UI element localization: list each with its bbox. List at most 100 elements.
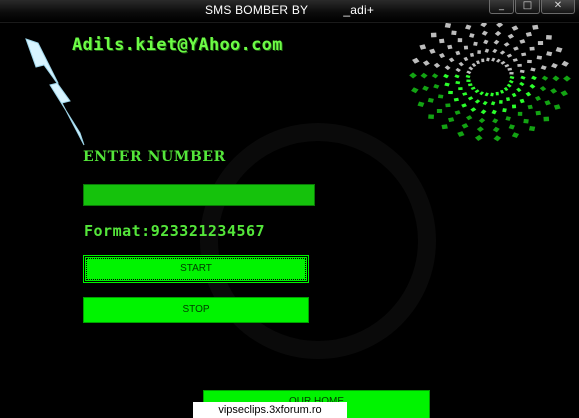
- spiral-segment: [536, 55, 543, 60]
- spiral-segment: [506, 83, 512, 88]
- spiral-segment: [516, 87, 522, 93]
- spiral-segment: [455, 50, 461, 56]
- spiral-segment: [499, 89, 505, 94]
- spiral-segment: [480, 109, 487, 115]
- spiral-segment: [502, 108, 507, 113]
- minimize-button[interactable]: _: [489, 0, 514, 14]
- spiral-segment: [469, 52, 475, 57]
- spiral-segment: [486, 57, 490, 62]
- spiral-logo-icon: [409, 23, 571, 142]
- spiral-segment: [455, 67, 461, 73]
- author-email: Adils.kiet@YAhoo.com: [72, 35, 283, 55]
- spiral-segment: [550, 88, 558, 94]
- spiral-segment: [511, 25, 519, 31]
- spiral-segment: [466, 70, 472, 75]
- spiral-segment: [560, 90, 568, 97]
- spiral-segment: [511, 132, 520, 139]
- spiral-segment: [483, 39, 489, 45]
- start-button-label: START: [86, 258, 306, 280]
- format-hint: Format:923321234567: [84, 222, 266, 240]
- spiral-segment: [480, 23, 488, 28]
- spiral-segment: [499, 50, 506, 55]
- spiral-segment: [431, 73, 439, 79]
- spiral-segment: [540, 65, 547, 70]
- spiral-segment: [443, 73, 449, 79]
- spiral-segment: [544, 100, 551, 106]
- spiral-segment: [478, 117, 486, 124]
- spiral-segment: [453, 97, 459, 102]
- app-body: Adils.kiet@YAhoo.com ENTER NUMBER Format…: [0, 23, 579, 418]
- spiral-segment: [496, 23, 504, 28]
- spiral-segment: [458, 61, 464, 67]
- spiral-segment: [429, 48, 436, 54]
- spiral-segment: [417, 101, 425, 107]
- spiral-segment: [461, 103, 467, 108]
- spiral-segment: [447, 44, 453, 50]
- start-button[interactable]: START: [83, 255, 309, 283]
- spiral-segment: [552, 75, 560, 82]
- spiral-segment: [467, 96, 474, 101]
- spiral-segment: [521, 52, 527, 57]
- spiral-segment: [492, 48, 498, 54]
- spiral-segment: [484, 92, 489, 97]
- spiral-segment: [490, 92, 494, 97]
- spiral-segment: [500, 60, 506, 65]
- spiral-segment: [419, 44, 427, 50]
- spiral-segment: [506, 53, 513, 58]
- spiral-segment: [519, 98, 525, 104]
- spiral-segment: [503, 42, 510, 47]
- close-button[interactable]: ✕: [541, 0, 575, 14]
- spiral-segment: [438, 38, 445, 44]
- title-bar: SMS BOMBER BY _adi+ _ □ ✕: [0, 0, 579, 23]
- spiral-segment: [448, 117, 455, 123]
- spiral-segment: [509, 75, 515, 80]
- spiral-segment: [563, 75, 571, 82]
- spiral-segment: [531, 75, 537, 81]
- spiral-segment: [465, 24, 472, 30]
- spiral-segment: [441, 124, 448, 130]
- spiral-segment: [455, 80, 461, 85]
- spiral-segment: [474, 134, 483, 141]
- stop-button[interactable]: STOP: [83, 297, 309, 323]
- spiral-segment: [454, 74, 460, 79]
- spiral-segment: [555, 47, 563, 53]
- spiral-segment: [512, 58, 518, 62]
- spiral-segment: [528, 125, 536, 132]
- spiral-segment: [493, 135, 502, 142]
- spiral-segment: [541, 75, 549, 81]
- spiral-segment: [474, 89, 480, 94]
- spiral-segment: [433, 62, 441, 68]
- maximize-button[interactable]: □: [515, 0, 540, 14]
- spiral-segment: [457, 131, 465, 137]
- spiral-segment: [475, 60, 481, 65]
- spiral-segment: [503, 87, 509, 92]
- spiral-segment: [532, 24, 539, 30]
- spiral-segment: [493, 39, 500, 45]
- spiral-segment: [422, 60, 430, 66]
- spiral-segment: [519, 39, 526, 44]
- spiral-segment: [427, 97, 434, 103]
- spiral-segment: [461, 123, 469, 129]
- spiral-segment: [448, 57, 455, 63]
- spiral-segment: [465, 74, 471, 79]
- spiral-segment: [470, 107, 477, 112]
- spiral-segment: [530, 67, 536, 72]
- spiral-segment: [491, 109, 497, 115]
- spiral-segment: [534, 95, 542, 101]
- spiral-segment: [508, 79, 514, 84]
- phone-number-input[interactable]: [83, 184, 315, 206]
- spiral-segment: [490, 101, 496, 106]
- spiral-segment: [463, 56, 469, 62]
- watermark-text: vipseclips.3xforum.ro: [193, 402, 347, 418]
- enter-number-label: ENTER NUMBER: [83, 149, 226, 165]
- spiral-segment: [551, 63, 558, 69]
- spiral-segment: [444, 23, 452, 29]
- spiral-segment: [469, 33, 475, 38]
- spiral-segment: [553, 104, 561, 110]
- spiral-segment: [507, 33, 515, 39]
- spiral-segment: [444, 65, 451, 71]
- spiral-segment: [438, 53, 446, 59]
- spiral-segment: [474, 99, 481, 104]
- spiral-segment: [433, 84, 440, 89]
- spiral-segment: [465, 115, 473, 121]
